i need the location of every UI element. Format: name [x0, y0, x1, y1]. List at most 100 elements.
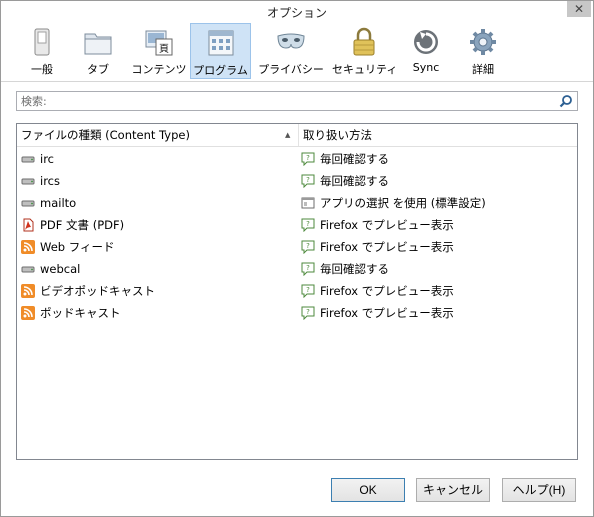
type-label: ビデオポッドキャスト: [40, 284, 155, 298]
ok-button[interactable]: OK: [331, 478, 405, 502]
tab-applications-label: プログラム: [193, 64, 248, 77]
table-row[interactable]: ビデオポッドキャスト ? Firefox でプレビュー表示: [17, 280, 577, 302]
tab-content-label: コンテンツ: [131, 63, 187, 76]
drive-icon: [21, 156, 35, 163]
action-label: 毎回確認する: [320, 174, 389, 188]
app-icon: [301, 197, 315, 209]
action-cell: ? 毎回確認する: [301, 170, 389, 192]
type-cell: webcal: [21, 258, 80, 280]
action-label: 毎回確認する: [320, 262, 389, 276]
action-cell: ? Firefox でプレビュー表示: [301, 302, 454, 324]
drive-icon: [21, 200, 35, 207]
action-cell: ? Firefox でプレビュー表示: [301, 236, 454, 258]
tab-security-label: セキュリティ: [332, 63, 398, 76]
action-cell: ? 毎回確認する: [301, 148, 389, 170]
search-box: [16, 91, 578, 111]
applications-icon: [208, 30, 233, 56]
sync-icon: [414, 30, 438, 54]
pdf-icon: [23, 218, 34, 232]
help-button[interactable]: ヘルプ(H): [502, 478, 576, 502]
svg-text:?: ?: [306, 176, 310, 184]
drive-icon: [21, 266, 35, 273]
options-toolbar: 一般 タブ 頁 コンテンツ プログラム プライバシー セキュリティ Sync 詳…: [1, 23, 593, 82]
tab-tabs-label: タブ: [87, 63, 109, 76]
padlock-icon: [353, 27, 375, 56]
svg-text:?: ?: [306, 220, 310, 228]
window-title: オプション: [266, 6, 327, 20]
ask-icon: ?: [301, 284, 315, 298]
type-cell: ビデオポッドキャスト: [21, 280, 155, 302]
type-cell: irc: [21, 148, 54, 170]
ask-icon: ?: [301, 174, 315, 188]
options-window: オプション ✕ 一般 タブ 頁 コンテンツ プログラム プライバシー セキュリテ…: [0, 0, 594, 517]
tab-sync-label: Sync: [412, 61, 440, 74]
type-cell: ポッドキャスト: [21, 302, 121, 324]
gear-icon: [470, 29, 496, 55]
table-row[interactable]: ircs ? 毎回確認する: [17, 170, 577, 192]
table-row[interactable]: irc ? 毎回確認する: [17, 148, 577, 170]
rss-icon: [21, 306, 35, 320]
tab-privacy[interactable]: プライバシー: [255, 23, 327, 79]
drive-icon: [21, 178, 35, 185]
ask-icon: ?: [301, 262, 315, 276]
action-cell: ? Firefox でプレビュー表示: [301, 214, 454, 236]
close-button[interactable]: ✕: [567, 1, 591, 17]
column-header-action[interactable]: 取り扱い方法: [299, 124, 577, 146]
rss-icon: [21, 284, 35, 298]
type-label: ircs: [40, 174, 60, 188]
type-cell: PDF 文書 (PDF): [21, 214, 124, 236]
action-cell: ? 毎回確認する: [301, 258, 389, 280]
type-label: ポッドキャスト: [40, 306, 121, 320]
table-header: ファイルの種類 (Content Type) ▲ 取り扱い方法: [17, 124, 577, 147]
tab-sync[interactable]: Sync: [401, 23, 451, 79]
table-row[interactable]: mailto アプリの選択 を使用 (標準設定): [17, 192, 577, 214]
action-cell: アプリの選択 を使用 (標準設定): [301, 192, 486, 214]
type-cell: Web フィード: [21, 236, 115, 258]
title-bar: オプション ✕: [1, 1, 593, 23]
action-label: Firefox でプレビュー表示: [320, 306, 454, 320]
tab-content[interactable]: 頁 コンテンツ: [131, 23, 187, 79]
type-label: Web フィード: [40, 240, 115, 254]
action-label: アプリの選択 を使用 (標準設定): [320, 196, 486, 210]
tab-security[interactable]: セキュリティ: [332, 23, 398, 79]
tab-general[interactable]: 一般: [17, 23, 67, 79]
table-row[interactable]: ポッドキャスト ? Firefox でプレビュー表示: [17, 302, 577, 324]
table-row[interactable]: Web フィード ? Firefox でプレビュー表示: [17, 236, 577, 258]
search-icon[interactable]: [559, 94, 573, 108]
search-input[interactable]: [21, 93, 551, 109]
type-label: irc: [40, 152, 54, 166]
action-label: Firefox でプレビュー表示: [320, 284, 454, 298]
tab-tabs[interactable]: タブ: [73, 23, 123, 79]
action-cell: ? Firefox でプレビュー表示: [301, 280, 454, 302]
table-row[interactable]: webcal ? 毎回確認する: [17, 258, 577, 280]
table-row[interactable]: PDF 文書 (PDF) ? Firefox でプレビュー表示: [17, 214, 577, 236]
svg-text:頁: 頁: [159, 43, 169, 55]
tab-general-label: 一般: [31, 63, 53, 76]
svg-text:?: ?: [306, 308, 310, 316]
ask-icon: ?: [301, 218, 315, 232]
svg-text:?: ?: [306, 264, 310, 272]
type-label: webcal: [40, 262, 81, 276]
type-label: mailto: [40, 196, 77, 210]
tab-advanced-label: 詳細: [472, 63, 494, 76]
sort-ascending-icon: ▲: [285, 131, 291, 139]
tab-privacy-label: プライバシー: [258, 63, 324, 76]
ask-icon: ?: [301, 306, 315, 320]
ask-icon: ?: [301, 152, 315, 166]
ask-icon: ?: [301, 240, 315, 254]
content-page-icon: 頁: [145, 30, 173, 56]
tab-folder-icon: [84, 33, 112, 55]
action-label: 毎回確認する: [320, 152, 389, 166]
rss-icon: [21, 240, 35, 254]
type-cell: ircs: [21, 170, 60, 192]
privacy-mask-icon: [277, 33, 305, 49]
action-label: Firefox でプレビュー表示: [320, 240, 454, 254]
tab-applications[interactable]: プログラム: [190, 23, 251, 79]
type-cell: mailto: [21, 192, 76, 214]
action-label: Firefox でプレビュー表示: [320, 218, 454, 232]
svg-text:?: ?: [306, 154, 310, 162]
switch-icon: [34, 28, 50, 56]
cancel-button[interactable]: キャンセル: [416, 478, 490, 502]
tab-advanced[interactable]: 詳細: [458, 23, 508, 79]
column-header-content-type[interactable]: ファイルの種類 (Content Type): [17, 124, 298, 146]
